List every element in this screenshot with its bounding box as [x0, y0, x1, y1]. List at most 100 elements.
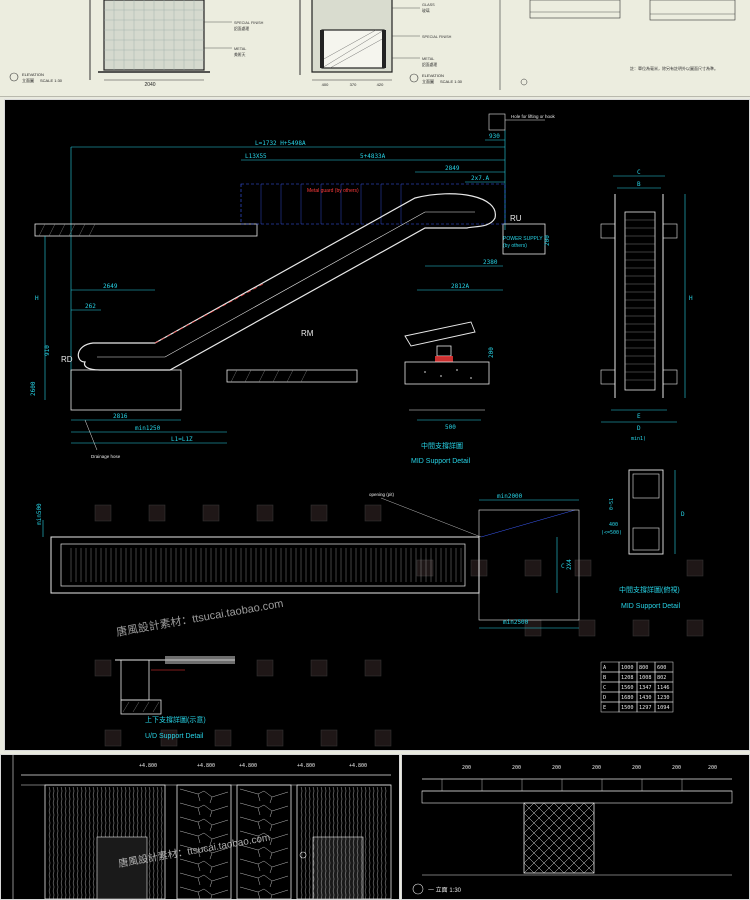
- br-dim-4: 200: [632, 765, 641, 771]
- elevation-left-cn: 立面圖: [22, 77, 34, 83]
- dim-upper-landing: 2849: [445, 165, 460, 172]
- br-dim-0: 200: [462, 765, 471, 771]
- ceiling-section-drawing: 200 200 200 200 200 200 200 一 立面 1:30: [401, 754, 750, 900]
- elevation-mid-scale: SCALE 1:30: [440, 79, 463, 84]
- stone-crack-line: [239, 816, 289, 832]
- annot-power-supply: POWER SUPPLY: [503, 236, 543, 242]
- wood-grain-line: [160, 786, 163, 899]
- wood-grain-line: [376, 786, 379, 899]
- dim-200: 200: [544, 235, 551, 246]
- plan-dim-min2000: min2000: [497, 493, 523, 500]
- label-rd: RD: [61, 355, 73, 364]
- wood-grain-line: [380, 786, 383, 899]
- section-dim-c: C: [637, 169, 641, 176]
- top-elevation-drawing: 2040 SPECIAL FINISH METAL 鋁面處理 美術天 ELEVA…: [9, 0, 736, 90]
- dim-l1: L1=L1Z: [171, 436, 193, 443]
- label-rm: RM: [301, 329, 314, 338]
- br-dim-5: 200: [672, 765, 681, 771]
- sheet-note: 註：單位為毫米，除另有註明外以圖面尺寸為準。: [630, 65, 718, 71]
- stone-crack-line: [179, 788, 229, 804]
- table-cell: 802: [657, 675, 666, 681]
- dim-2040: 2040: [144, 82, 155, 88]
- escalator-truss: [77, 193, 496, 371]
- dim-overall-length: L=1732 H+5498A: [255, 140, 306, 147]
- table-cell: 1500: [621, 705, 634, 711]
- section-label-bottom: min1): [631, 436, 646, 442]
- mid-dim-2: 420: [377, 82, 384, 87]
- table-cell: C: [603, 685, 606, 691]
- table-cell: 800: [639, 665, 648, 671]
- dim-upper-end: 2x7.A: [471, 175, 489, 182]
- wood-grain-line: [372, 786, 375, 899]
- label-ru: RU: [510, 214, 522, 223]
- mid-plan-dim-d: D: [681, 511, 685, 518]
- stone-crack-line: [179, 872, 229, 888]
- dim-2380: 2380: [483, 259, 498, 266]
- table-cell: 1430: [639, 695, 652, 701]
- table-cell: 600: [657, 665, 666, 671]
- annot-by-others: (by others): [503, 243, 527, 249]
- wood-grain-line: [76, 786, 79, 899]
- escalator-plan-view: min2000 min2500 min500 C 2X4 opening (pi…: [36, 492, 580, 629]
- table-cell: A: [603, 665, 607, 671]
- callout-mid-0: GLASS: [422, 3, 435, 7]
- wood-grain-line: [68, 786, 71, 899]
- bl-dim-1: +4.800: [197, 763, 215, 769]
- section-dim-d: D: [637, 425, 641, 432]
- annot-drainage: Drainage hose: [91, 454, 121, 459]
- wood-grain-line: [308, 786, 311, 899]
- dim-262: 262: [85, 303, 96, 310]
- elevation-mid-cn: 立面圖: [422, 78, 434, 84]
- dim-2600: 2600: [30, 381, 37, 396]
- stone-crack-line: [239, 858, 289, 874]
- bl-dim-3: +4.800: [297, 763, 315, 769]
- wood-grain-line: [304, 786, 307, 899]
- escalator-section-view: C B H E D min1): [600, 169, 693, 442]
- wood-grain-line: [152, 786, 155, 899]
- wood-grain-line: [60, 786, 63, 899]
- table-cell: 1146: [657, 685, 670, 691]
- mid-plan-dim-400: 400: [609, 522, 618, 528]
- table-cell: 1560: [621, 685, 634, 691]
- callout-left-0: SPECIAL FINISH: [234, 21, 264, 25]
- dim-lower-segment: L13X55: [245, 153, 267, 160]
- dim-2816: 2816: [113, 413, 128, 420]
- dim-min1250: min1250: [135, 425, 161, 432]
- escalator-cad-svg: L=1732 H+5498A L13X55 5+4833A 2849 2x7.A…: [30, 113, 704, 747]
- stone-crack-line: [179, 886, 229, 899]
- wood-grain-line: [156, 786, 159, 899]
- br-dim-6: 200: [708, 765, 717, 771]
- table-cell: 1008: [639, 675, 652, 681]
- dim-2649: 2649: [103, 283, 118, 290]
- wood-grain-line: [368, 786, 371, 899]
- watermark-text: 唐風設計素材：ttsucai.taobao.com: [115, 596, 284, 639]
- annot-metal-guard: Metal guard (by others): [307, 188, 359, 194]
- mid-dim-1: 370: [350, 82, 357, 87]
- elevation-left-title: ELEVATION: [22, 72, 44, 77]
- dim-930: 930: [489, 133, 500, 140]
- section-marker-br-icon: [412, 883, 424, 895]
- table-cell: D: [603, 695, 606, 701]
- wood-grain-line: [64, 786, 67, 899]
- mid-support-title-cn: 中間支撐詳圖: [421, 441, 463, 450]
- wood-grain-line: [148, 786, 151, 899]
- mid-support-detail: 500 200 中間支撐詳圖 MID Support Detail: [404, 321, 495, 465]
- plan-dim-min2500: min2500: [503, 619, 529, 626]
- table-cell: 1208: [621, 675, 634, 681]
- br-dim-2: 200: [552, 765, 561, 771]
- br-dim-1: 200: [512, 765, 521, 771]
- table-cell: 1347: [639, 685, 652, 691]
- stone-crack-line: [239, 872, 289, 888]
- ud-support-detail: 上下支撐詳圖(示意) U/D Support Detail: [115, 656, 235, 740]
- mid-dim-0: 400: [322, 82, 329, 87]
- stone-crack-line: [239, 788, 289, 804]
- callout-left-1: METAL: [234, 47, 246, 51]
- annot-lifting-hole: Hole for lifting or hook: [511, 114, 556, 119]
- mid-support-title-en: MID Support Detail: [411, 458, 471, 465]
- wall-elevation-drawing: +4.800 +4.800 +4.800 +4.800 +4.800 唐風設計素…: [0, 754, 400, 900]
- plan-dim-2x4: 2X4: [566, 559, 573, 570]
- wood-grain-line: [80, 786, 83, 899]
- section-dim-b: B: [637, 181, 641, 188]
- callout-mid-1: SPECIAL FINISH: [422, 35, 452, 39]
- wood-grain-line: [56, 786, 59, 899]
